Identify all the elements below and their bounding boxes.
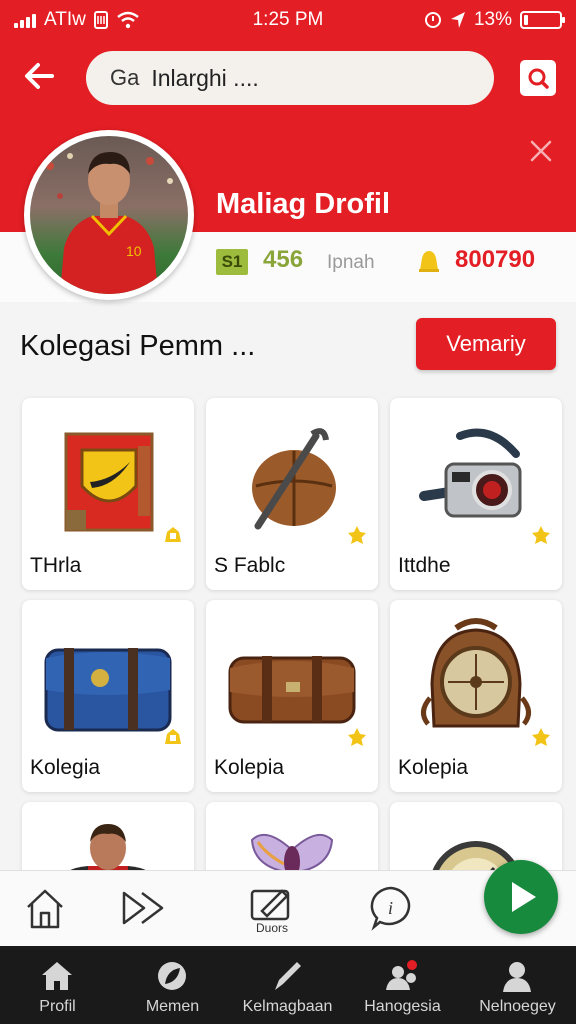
search-input[interactable]: Inlarghi .... — [151, 65, 258, 92]
play-fab-button[interactable] — [484, 860, 558, 934]
profile-name: Maliag Drofil — [216, 188, 391, 220]
favorite-badge-icon[interactable] — [162, 726, 184, 748]
svg-text:10: 10 — [126, 243, 142, 259]
leaf-icon — [158, 962, 186, 990]
bell-coin-icon — [419, 251, 439, 272]
view-all-button[interactable]: Vemariy — [416, 318, 556, 370]
search-icon — [528, 68, 549, 89]
collection-card[interactable]: THrla — [22, 398, 194, 590]
close-icon — [530, 140, 552, 162]
collection-title: Kolegasi Pemm ... — [20, 330, 256, 362]
toolbar-info-button[interactable]: i — [366, 883, 416, 933]
app-screen: ATIw 1:25 PM 13% Ga Inlarghi .... 10 Mal… — [0, 0, 576, 1024]
card-label: S Fablc — [214, 554, 286, 577]
player-image: 10 — [46, 152, 173, 294]
brown-bag-image — [228, 656, 356, 724]
people-icon — [386, 960, 417, 990]
close-button[interactable] — [526, 136, 556, 166]
collection-card[interactable]: Kolepia — [206, 600, 378, 792]
search-button[interactable] — [520, 60, 556, 96]
bottom-nav: Profil Memen Kelmagbaan Hanogesia Nelnoe… — [0, 946, 576, 1024]
pen-icon — [275, 962, 301, 990]
arrow-left-icon — [25, 63, 54, 89]
level-badge: S1 — [216, 249, 248, 275]
avatar-photo: 10 — [30, 136, 188, 294]
card-label: THrla — [30, 554, 82, 577]
compass-backpack-image — [421, 618, 531, 728]
shield-banner-image — [64, 432, 154, 532]
collection-card[interactable]: S Fablc — [206, 398, 378, 590]
favorite-badge-icon[interactable] — [162, 524, 184, 546]
edit-board-icon — [250, 889, 290, 921]
play-icon — [512, 882, 536, 912]
favorite-badge-icon[interactable] — [530, 726, 552, 748]
battery-percent: 13% — [473, 9, 512, 30]
user-icon — [503, 962, 531, 992]
nav-label: Hanogesia — [364, 998, 441, 1015]
alarm-icon — [424, 12, 441, 28]
nav-item-nelnoegey[interactable]: Nelnoegey — [460, 946, 575, 1024]
fast-forward-icon — [122, 891, 164, 925]
card-label: Ittdhe — [398, 554, 451, 577]
collection-card[interactable]: Kolepia — [390, 600, 562, 792]
card-label: Kolepia — [398, 756, 469, 779]
favorite-badge-icon[interactable] — [346, 726, 368, 748]
favorite-badge-icon[interactable] — [530, 524, 552, 546]
stat-coins-value: 800790 — [455, 246, 536, 273]
stat-points-unit: Ipnah — [327, 252, 375, 273]
status-bar: ATIw 1:25 PM 13% — [0, 0, 576, 42]
battery-icon — [520, 11, 565, 29]
nav-item-memen[interactable]: Memen — [115, 946, 230, 1024]
nav-label: Kelmagbaan — [242, 998, 333, 1015]
avatar[interactable]: 10 — [24, 130, 194, 300]
search-prefix-icon: Ga — [110, 65, 140, 90]
battery-level-fill — [524, 15, 528, 25]
status-right: 13% — [424, 9, 565, 31]
nav-item-kelmagbaan[interactable]: Kelmagbaan — [230, 946, 345, 1024]
info-icon: i — [370, 886, 411, 931]
camera-device-image — [419, 428, 522, 518]
search-bar[interactable]: Ga Inlarghi .... — [86, 51, 494, 105]
toolbar-home-button[interactable] — [20, 883, 70, 933]
favorite-badge-icon[interactable] — [346, 524, 368, 546]
nav-item-profil[interactable]: Profil — [0, 946, 115, 1024]
card-label: Kolegia — [30, 756, 101, 779]
collection-card[interactable]: Kolegia — [22, 600, 194, 792]
nav-label: Nelnoegey — [479, 998, 556, 1015]
home-outline-icon — [27, 889, 63, 929]
app-header: Ga Inlarghi .... — [0, 42, 576, 116]
location-icon — [450, 12, 465, 28]
toolbar-forward-button[interactable] — [118, 883, 168, 933]
back-button[interactable] — [22, 58, 62, 98]
toolbar-edit-label: Duors — [255, 921, 288, 935]
leather-ball-tool-image — [252, 428, 336, 530]
collection-card[interactable]: Ittdhe — [390, 398, 562, 590]
nav-label: Profil — [39, 998, 76, 1015]
svg-text:i: i — [388, 898, 393, 918]
nav-label: Memen — [145, 998, 200, 1015]
stat-points-value: 456 — [263, 246, 304, 273]
card-label: Kolepia — [214, 756, 285, 779]
home-icon — [42, 962, 72, 990]
blue-satchel-image — [44, 648, 172, 732]
nav-item-hanogesia[interactable]: Hanogesia — [345, 946, 460, 1024]
